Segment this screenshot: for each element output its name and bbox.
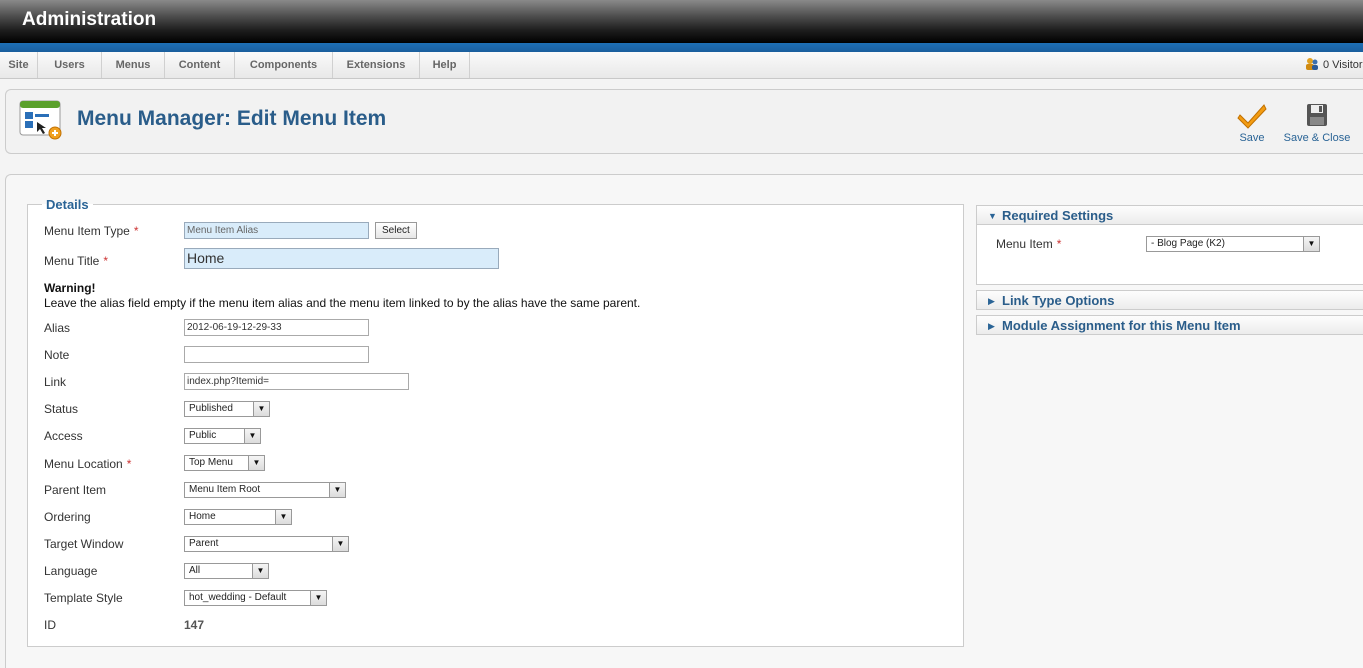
save-button[interactable]: Save (1234, 100, 1270, 144)
disk-icon (1301, 100, 1333, 130)
language-label: Language (44, 564, 98, 578)
users-icon (1305, 55, 1319, 70)
visitor-count[interactable]: 0 Visitors (1305, 52, 1363, 78)
main-menu: Site Users Menus Content Components Exte… (0, 52, 1363, 79)
language-value: All (189, 565, 201, 576)
menu-location-value: Top Menu (189, 457, 233, 468)
target-window-label: Target Window (44, 537, 124, 551)
required-settings-title: Required Settings (1002, 208, 1114, 223)
menu-location-label: Menu Location (44, 457, 123, 471)
check-icon (1236, 100, 1268, 130)
parent-item-select[interactable]: Menu Item Root ▼ (184, 482, 346, 498)
warning-text: Leave the alias field empty if the menu … (44, 296, 641, 310)
menu-components[interactable]: Components (235, 52, 333, 78)
admin-header: Administration (0, 0, 1363, 43)
chevron-down-icon: ▼ (253, 402, 269, 416)
required-marker: * (1056, 237, 1062, 251)
menu-item-value: - Blog Page (K2) (1151, 238, 1225, 249)
menu-menus[interactable]: Menus (102, 52, 165, 78)
chevron-down-icon: ▼ (329, 483, 345, 497)
menu-item-select[interactable]: - Blog Page (K2) ▼ (1146, 236, 1320, 252)
link-type-options-header[interactable]: ▶ Link Type Options (976, 290, 1363, 310)
content-area: Details Menu Item Type * Menu Item Alias … (5, 174, 1363, 668)
target-window-select[interactable]: Parent ▼ (184, 536, 349, 552)
alias-input[interactable]: 2012-06-19-12-29-33 (184, 319, 369, 336)
visitor-text: 0 Visitors (1323, 59, 1363, 71)
caret-right-icon: ▶ (988, 321, 995, 331)
header-strip (0, 43, 1363, 52)
module-assignment-title: Module Assignment for this Menu Item (1002, 318, 1241, 333)
template-style-value: hot_wedding - Default (189, 592, 287, 603)
required-settings-header[interactable]: ▼ Required Settings (976, 205, 1363, 225)
warning-title: Warning! (44, 281, 96, 295)
chevron-down-icon: ▼ (244, 429, 260, 443)
chevron-down-icon: ▼ (310, 591, 326, 605)
save-label: Save (1239, 132, 1265, 144)
save-close-button[interactable]: Save & Close (1283, 100, 1351, 144)
note-input[interactable] (184, 346, 369, 363)
chevron-down-icon: ▼ (248, 456, 264, 470)
required-marker: * (133, 224, 139, 238)
language-select[interactable]: All ▼ (184, 563, 269, 579)
template-style-select[interactable]: hot_wedding - Default ▼ (184, 590, 327, 606)
caret-down-icon: ▼ (988, 211, 997, 221)
menu-title-label: Menu Title (44, 254, 100, 268)
caret-right-icon: ▶ (988, 296, 995, 306)
ordering-label: Ordering (44, 510, 91, 524)
menu-site[interactable]: Site (0, 52, 38, 78)
template-style-label: Template Style (44, 591, 123, 605)
ordering-select[interactable]: Home ▼ (184, 509, 292, 525)
chevron-down-icon: ▼ (332, 537, 348, 551)
menu-manager-icon (19, 100, 63, 140)
menu-item-label: Menu Item (996, 237, 1053, 251)
status-select[interactable]: Published ▼ (184, 401, 270, 417)
chevron-down-icon: ▼ (275, 510, 291, 524)
parent-item-value: Menu Item Root (189, 484, 261, 495)
chevron-down-icon: ▼ (252, 564, 268, 578)
toolbar: Menu Manager: Edit Menu Item Save Save &… (5, 89, 1363, 154)
menu-content[interactable]: Content (165, 52, 235, 78)
module-assignment-header[interactable]: ▶ Module Assignment for this Menu Item (976, 315, 1363, 335)
menu-help[interactable]: Help (420, 52, 470, 78)
status-label: Status (44, 402, 79, 416)
page-title: Menu Manager: Edit Menu Item (77, 107, 387, 130)
admin-title: Administration (22, 9, 157, 30)
id-label: ID (44, 618, 56, 632)
link-type-options-title: Link Type Options (1002, 293, 1115, 308)
required-marker: * (126, 457, 132, 471)
ordering-value: Home (189, 511, 216, 522)
status-value: Published (189, 403, 233, 414)
menu-extensions[interactable]: Extensions (333, 52, 420, 78)
access-select[interactable]: Public ▼ (184, 428, 261, 444)
menu-item-type-label: Menu Item Type (44, 224, 130, 238)
details-form: Menu Item Type * Menu Item Alias Select M… (27, 197, 964, 647)
parent-item-label: Parent Item (44, 483, 107, 497)
required-settings-body: Menu Item * - Blog Page (K2) ▼ (976, 225, 1363, 285)
select-type-button[interactable]: Select (375, 222, 417, 239)
alias-label: Alias (44, 321, 71, 335)
access-value: Public (189, 430, 217, 441)
menu-users[interactable]: Users (38, 52, 102, 78)
target-window-value: Parent (189, 538, 219, 549)
link-input[interactable]: index.php?Itemid= (184, 373, 409, 390)
note-label: Note (44, 348, 70, 362)
save-close-label: Save & Close (1283, 132, 1351, 144)
menu-item-type-input[interactable]: Menu Item Alias (184, 222, 369, 239)
menu-location-select[interactable]: Top Menu ▼ (184, 455, 265, 471)
access-label: Access (44, 429, 83, 443)
chevron-down-icon: ▼ (1303, 237, 1319, 251)
link-label: Link (44, 375, 67, 389)
required-marker: * (103, 254, 109, 268)
menu-title-input[interactable]: Home (184, 248, 499, 269)
id-value: 147 (184, 618, 205, 632)
